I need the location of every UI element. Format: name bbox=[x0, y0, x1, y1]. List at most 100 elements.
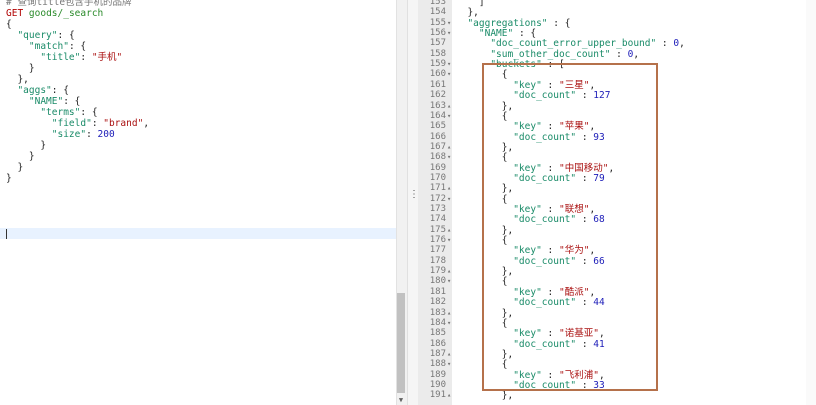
request-comment[interactable]: # 查询title包含手机的品牌 bbox=[6, 0, 132, 8]
fold-toggle-icon[interactable]: ▴ bbox=[447, 308, 451, 319]
fold-toggle-icon[interactable]: ▾ bbox=[447, 194, 451, 205]
http-method: GET bbox=[6, 8, 24, 19]
fold-toggle-icon[interactable]: ▴ bbox=[447, 183, 451, 194]
json-line[interactable]: "size": 200 bbox=[6, 129, 115, 140]
fold-toggle-icon[interactable]: ▾ bbox=[447, 318, 451, 329]
response-line: 154 }, bbox=[418, 7, 806, 18]
fold-toggle-icon[interactable]: ▾ bbox=[447, 28, 451, 39]
json-line[interactable]: "aggs": { bbox=[6, 85, 69, 96]
json-punct: } bbox=[40, 140, 47, 151]
drag-handle-icon[interactable]: ⋮ bbox=[409, 188, 419, 202]
fold-toggle-icon[interactable]: ▾ bbox=[447, 276, 451, 287]
line-number: 165 bbox=[429, 121, 446, 132]
fold-toggle-icon[interactable]: ▴ bbox=[447, 142, 451, 153]
json-punct: : { bbox=[68, 41, 87, 52]
json-key: "aggregations" bbox=[467, 17, 548, 29]
json-key: "NAME" bbox=[478, 28, 514, 40]
line-number: 183 bbox=[429, 307, 446, 318]
line-number: 155 bbox=[429, 17, 446, 28]
line-number: 172 bbox=[429, 193, 446, 204]
json-line[interactable]: "NAME": { bbox=[6, 96, 81, 107]
request-editor[interactable]: # 查询title包含手机的品牌 GET goods/_search{ "quer… bbox=[0, 0, 396, 405]
line-number: 186 bbox=[429, 338, 446, 349]
line-number: 185 bbox=[429, 328, 446, 339]
json-punct: : bbox=[610, 48, 628, 60]
json-punct: }, bbox=[17, 74, 29, 85]
json-punct: }, bbox=[501, 390, 514, 402]
line-number: 164 bbox=[429, 110, 446, 121]
json-punct: : bbox=[91, 118, 104, 129]
line-content: "doc_count_error_upper_bound" : 0, bbox=[456, 38, 685, 49]
json-line[interactable]: "match": { bbox=[6, 41, 86, 52]
line-number: 168 bbox=[429, 152, 446, 163]
text-cursor bbox=[6, 229, 7, 239]
json-punct: : { bbox=[547, 17, 571, 29]
request-line[interactable]: GET goods/_search bbox=[6, 8, 103, 19]
line-number: 181 bbox=[429, 286, 446, 297]
scroll-down-icon[interactable]: ▼ bbox=[397, 395, 405, 405]
line-number: 171 bbox=[429, 183, 446, 194]
json-punct: : { bbox=[57, 30, 75, 41]
json-key: "NAME" bbox=[28, 96, 64, 107]
line-number: 154 bbox=[429, 7, 446, 18]
line-content: }, bbox=[456, 7, 479, 19]
fold-toggle-icon[interactable]: ▾ bbox=[447, 111, 451, 122]
fold-toggle-icon[interactable]: ▾ bbox=[447, 59, 451, 70]
response-line: 191 ▴ }, bbox=[418, 390, 806, 401]
json-line[interactable]: "terms": { bbox=[6, 107, 98, 118]
json-punct: }, bbox=[467, 7, 479, 19]
line-number: 182 bbox=[429, 297, 446, 308]
fold-toggle-icon[interactable]: ▴ bbox=[447, 266, 451, 277]
json-line[interactable]: } bbox=[6, 162, 23, 173]
fold-toggle-icon[interactable]: ▴ bbox=[447, 101, 451, 112]
json-line[interactable]: "title": "手机" bbox=[6, 52, 122, 63]
response-scrollbar[interactable] bbox=[806, 0, 816, 405]
line-number: 173 bbox=[429, 204, 446, 214]
line-number: 179 bbox=[429, 266, 446, 277]
response-line: 155 ▾ "aggregations" : { bbox=[418, 18, 806, 29]
json-line[interactable]: { bbox=[6, 19, 12, 30]
json-punct: : { bbox=[80, 107, 98, 118]
json-line[interactable]: } bbox=[6, 173, 12, 184]
line-number: 190 bbox=[429, 379, 446, 390]
fold-toggle-icon[interactable]: ▴ bbox=[447, 349, 451, 360]
line-number: 175 bbox=[429, 224, 446, 235]
json-number: 200 bbox=[97, 129, 115, 140]
line-number: 162 bbox=[429, 90, 446, 101]
line-number: 176 bbox=[429, 235, 446, 246]
json-punct: : bbox=[656, 38, 674, 50]
fold-toggle-icon[interactable]: ▾ bbox=[447, 235, 451, 246]
json-line[interactable]: } bbox=[6, 63, 35, 74]
fold-toggle-icon[interactable]: ▾ bbox=[447, 152, 451, 163]
fold-toggle-icon[interactable]: ▴ bbox=[447, 225, 451, 236]
json-line[interactable]: } bbox=[6, 151, 35, 162]
line-number: 156 bbox=[429, 28, 446, 39]
comment-text: # 查询title包含手机的品牌 bbox=[6, 0, 132, 8]
line-number: 174 bbox=[429, 214, 446, 225]
json-line[interactable]: } bbox=[6, 140, 46, 151]
line-number: 166 bbox=[429, 131, 446, 142]
json-punct: } bbox=[28, 151, 35, 162]
fold-toggle-icon[interactable]: ▾ bbox=[447, 359, 451, 370]
json-line[interactable]: "query": { bbox=[6, 30, 75, 41]
fold-toggle-icon[interactable]: ▾ bbox=[447, 18, 451, 29]
json-line[interactable]: "field": "brand", bbox=[6, 118, 149, 129]
request-scrollbar-thumb[interactable] bbox=[397, 293, 405, 393]
json-punct: } bbox=[17, 162, 24, 173]
json-key: "aggs" bbox=[17, 85, 52, 96]
fold-toggle-icon[interactable]: ▾ bbox=[447, 69, 451, 80]
line-number: 161 bbox=[429, 79, 446, 90]
json-line[interactable]: }, bbox=[6, 74, 29, 85]
fold-toggle-icon[interactable]: ▴ bbox=[447, 390, 451, 401]
